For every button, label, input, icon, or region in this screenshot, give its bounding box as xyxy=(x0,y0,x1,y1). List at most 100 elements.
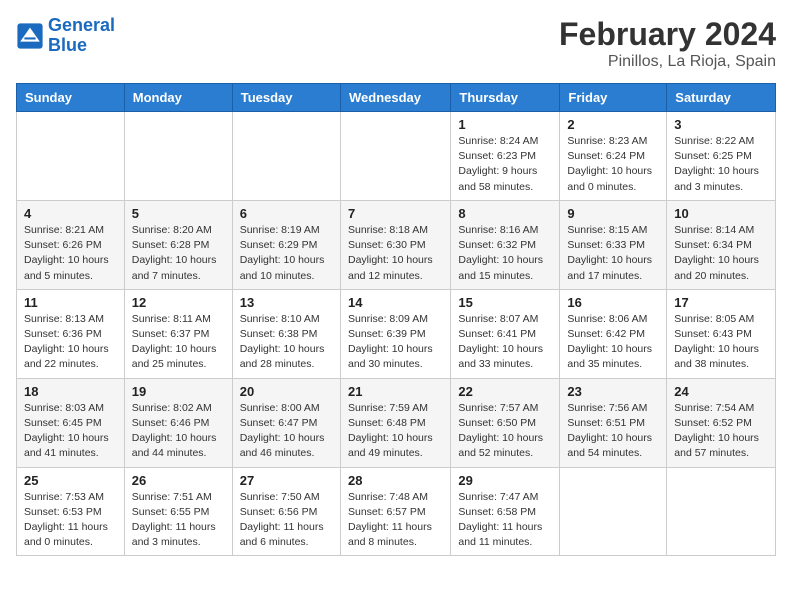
day-number: 16 xyxy=(567,295,659,310)
logo: GeneralBlue xyxy=(16,16,115,56)
day-number: 11 xyxy=(24,295,117,310)
day-info: Sunrise: 8:10 AM Sunset: 6:38 PM Dayligh… xyxy=(240,312,333,373)
calendar-cell: 9 Sunrise: 8:15 AM Sunset: 6:33 PM Daylig… xyxy=(560,200,667,289)
day-number: 8 xyxy=(458,206,552,221)
day-info: Sunrise: 8:21 AM Sunset: 6:26 PM Dayligh… xyxy=(24,223,117,284)
day-number: 6 xyxy=(240,206,333,221)
day-number: 10 xyxy=(674,206,768,221)
calendar-cell xyxy=(17,112,125,201)
calendar-week-row: 25 Sunrise: 7:53 AM Sunset: 6:53 PM Dayli… xyxy=(17,467,776,556)
calendar-week-row: 1Sunrise: 8:24 AM Sunset: 6:23 PM Daylig… xyxy=(17,112,776,201)
calendar-cell: 15 Sunrise: 8:07 AM Sunset: 6:41 PM Dayli… xyxy=(451,289,560,378)
calendar-cell: 4 Sunrise: 8:21 AM Sunset: 6:26 PM Daylig… xyxy=(17,200,125,289)
calendar-cell: 8 Sunrise: 8:16 AM Sunset: 6:32 PM Daylig… xyxy=(451,200,560,289)
day-number: 27 xyxy=(240,473,333,488)
calendar-cell: 10 Sunrise: 8:14 AM Sunset: 6:34 PM Dayli… xyxy=(667,200,776,289)
day-info: Sunrise: 8:05 AM Sunset: 6:43 PM Dayligh… xyxy=(674,312,768,373)
day-number: 14 xyxy=(348,295,443,310)
day-info: Sunrise: 7:53 AM Sunset: 6:53 PM Dayligh… xyxy=(24,490,117,551)
day-info: Sunrise: 7:48 AM Sunset: 6:57 PM Dayligh… xyxy=(348,490,443,551)
calendar-cell: 7 Sunrise: 8:18 AM Sunset: 6:30 PM Daylig… xyxy=(340,200,450,289)
calendar-cell: 29 Sunrise: 7:47 AM Sunset: 6:58 PM Dayli… xyxy=(451,467,560,556)
day-info: Sunrise: 7:56 AM Sunset: 6:51 PM Dayligh… xyxy=(567,401,659,462)
calendar-header-friday: Friday xyxy=(560,84,667,112)
day-number: 18 xyxy=(24,384,117,399)
day-number: 4 xyxy=(24,206,117,221)
calendar-cell xyxy=(560,467,667,556)
calendar-cell: 5 Sunrise: 8:20 AM Sunset: 6:28 PM Daylig… xyxy=(124,200,232,289)
day-number: 7 xyxy=(348,206,443,221)
calendar-header-row: SundayMondayTuesdayWednesdayThursdayFrid… xyxy=(17,84,776,112)
day-info: Sunrise: 8:13 AM Sunset: 6:36 PM Dayligh… xyxy=(24,312,117,373)
day-number: 17 xyxy=(674,295,768,310)
calendar-cell: 19 Sunrise: 8:02 AM Sunset: 6:46 PM Dayli… xyxy=(124,378,232,467)
day-info: Sunrise: 8:20 AM Sunset: 6:28 PM Dayligh… xyxy=(132,223,225,284)
calendar-week-row: 11 Sunrise: 8:13 AM Sunset: 6:36 PM Dayli… xyxy=(17,289,776,378)
calendar-cell: 16 Sunrise: 8:06 AM Sunset: 6:42 PM Dayli… xyxy=(560,289,667,378)
page-header: GeneralBlue February 2024 Pinillos, La R… xyxy=(16,16,776,71)
day-info: Sunrise: 8:03 AM Sunset: 6:45 PM Dayligh… xyxy=(24,401,117,462)
calendar-cell: 3Sunrise: 8:22 AM Sunset: 6:25 PM Daylig… xyxy=(667,112,776,201)
logo-text: GeneralBlue xyxy=(48,16,115,56)
calendar-cell xyxy=(124,112,232,201)
day-info: Sunrise: 8:09 AM Sunset: 6:39 PM Dayligh… xyxy=(348,312,443,373)
calendar-cell: 20 Sunrise: 8:00 AM Sunset: 6:47 PM Dayli… xyxy=(232,378,340,467)
day-number: 15 xyxy=(458,295,552,310)
day-info: Sunrise: 8:18 AM Sunset: 6:30 PM Dayligh… xyxy=(348,223,443,284)
calendar-header-monday: Monday xyxy=(124,84,232,112)
day-info: Sunrise: 8:07 AM Sunset: 6:41 PM Dayligh… xyxy=(458,312,552,373)
day-number: 22 xyxy=(458,384,552,399)
day-number: 20 xyxy=(240,384,333,399)
day-info: Sunrise: 8:00 AM Sunset: 6:47 PM Dayligh… xyxy=(240,401,333,462)
day-info: Sunrise: 8:23 AM Sunset: 6:24 PM Dayligh… xyxy=(567,134,659,195)
calendar-cell: 2 Sunrise: 8:23 AM Sunset: 6:24 PM Daylig… xyxy=(560,112,667,201)
day-number: 29 xyxy=(458,473,552,488)
day-info: Sunrise: 8:06 AM Sunset: 6:42 PM Dayligh… xyxy=(567,312,659,373)
day-number: 13 xyxy=(240,295,333,310)
day-number: 19 xyxy=(132,384,225,399)
calendar-cell: 6Sunrise: 8:19 AM Sunset: 6:29 PM Daylig… xyxy=(232,200,340,289)
calendar-cell xyxy=(340,112,450,201)
day-info: Sunrise: 8:22 AM Sunset: 6:25 PM Dayligh… xyxy=(674,134,768,195)
day-number: 24 xyxy=(674,384,768,399)
calendar-cell: 17 Sunrise: 8:05 AM Sunset: 6:43 PM Dayli… xyxy=(667,289,776,378)
calendar-header-wednesday: Wednesday xyxy=(340,84,450,112)
calendar-week-row: 18 Sunrise: 8:03 AM Sunset: 6:45 PM Dayli… xyxy=(17,378,776,467)
calendar-cell: 24 Sunrise: 7:54 AM Sunset: 6:52 PM Dayli… xyxy=(667,378,776,467)
day-info: Sunrise: 7:59 AM Sunset: 6:48 PM Dayligh… xyxy=(348,401,443,462)
calendar-cell: 11 Sunrise: 8:13 AM Sunset: 6:36 PM Dayli… xyxy=(17,289,125,378)
calendar-cell: 13 Sunrise: 8:10 AM Sunset: 6:38 PM Dayli… xyxy=(232,289,340,378)
calendar-header-sunday: Sunday xyxy=(17,84,125,112)
day-info: Sunrise: 8:14 AM Sunset: 6:34 PM Dayligh… xyxy=(674,223,768,284)
day-number: 2 xyxy=(567,117,659,132)
calendar-cell: 22 Sunrise: 7:57 AM Sunset: 6:50 PM Dayli… xyxy=(451,378,560,467)
day-info: Sunrise: 8:16 AM Sunset: 6:32 PM Dayligh… xyxy=(458,223,552,284)
day-number: 26 xyxy=(132,473,225,488)
day-info: Sunrise: 7:57 AM Sunset: 6:50 PM Dayligh… xyxy=(458,401,552,462)
day-info: Sunrise: 8:24 AM Sunset: 6:23 PM Dayligh… xyxy=(458,134,552,195)
calendar-table: SundayMondayTuesdayWednesdayThursdayFrid… xyxy=(16,83,776,556)
subtitle: Pinillos, La Rioja, Spain xyxy=(559,53,776,71)
day-info: Sunrise: 7:54 AM Sunset: 6:52 PM Dayligh… xyxy=(674,401,768,462)
day-number: 25 xyxy=(24,473,117,488)
calendar-cell: 28Sunrise: 7:48 AM Sunset: 6:57 PM Dayli… xyxy=(340,467,450,556)
day-number: 21 xyxy=(348,384,443,399)
day-info: Sunrise: 7:47 AM Sunset: 6:58 PM Dayligh… xyxy=(458,490,552,551)
day-info: Sunrise: 8:02 AM Sunset: 6:46 PM Dayligh… xyxy=(132,401,225,462)
calendar-header-thursday: Thursday xyxy=(451,84,560,112)
day-info: Sunrise: 7:51 AM Sunset: 6:55 PM Dayligh… xyxy=(132,490,225,551)
day-info: Sunrise: 7:50 AM Sunset: 6:56 PM Dayligh… xyxy=(240,490,333,551)
day-number: 9 xyxy=(567,206,659,221)
calendar-cell: 23Sunrise: 7:56 AM Sunset: 6:51 PM Dayli… xyxy=(560,378,667,467)
calendar-cell: 25 Sunrise: 7:53 AM Sunset: 6:53 PM Dayli… xyxy=(17,467,125,556)
main-title: February 2024 xyxy=(559,16,776,53)
calendar-cell: 14 Sunrise: 8:09 AM Sunset: 6:39 PM Dayli… xyxy=(340,289,450,378)
calendar-cell: 12Sunrise: 8:11 AM Sunset: 6:37 PM Dayli… xyxy=(124,289,232,378)
calendar-header-saturday: Saturday xyxy=(667,84,776,112)
day-info: Sunrise: 8:11 AM Sunset: 6:37 PM Dayligh… xyxy=(132,312,225,373)
day-number: 5 xyxy=(132,206,225,221)
calendar-week-row: 4 Sunrise: 8:21 AM Sunset: 6:26 PM Daylig… xyxy=(17,200,776,289)
calendar-cell: 26 Sunrise: 7:51 AM Sunset: 6:55 PM Dayli… xyxy=(124,467,232,556)
day-info: Sunrise: 8:15 AM Sunset: 6:33 PM Dayligh… xyxy=(567,223,659,284)
calendar-cell: 1Sunrise: 8:24 AM Sunset: 6:23 PM Daylig… xyxy=(451,112,560,201)
